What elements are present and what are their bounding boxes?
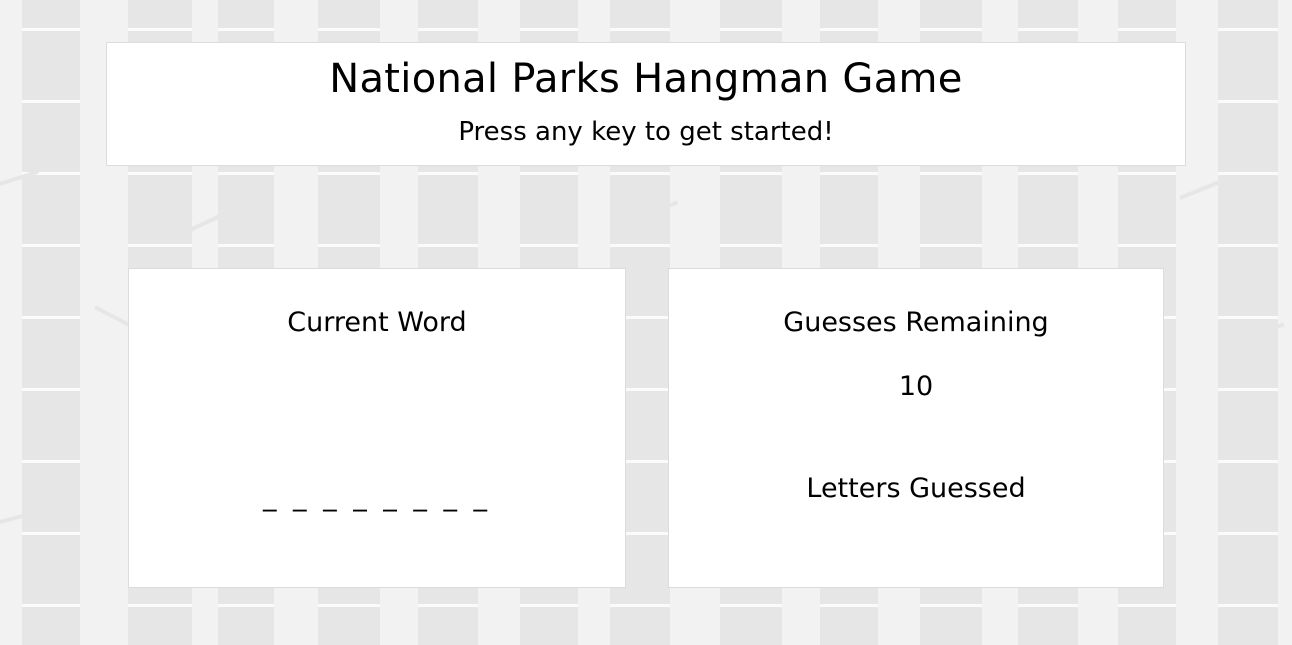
guesses-remaining-heading: Guesses Remaining: [783, 307, 1049, 338]
guesses-remaining-count: 10: [898, 371, 934, 402]
tree-trunk: [1218, 0, 1278, 645]
game-title: National Parks Hangman Game: [329, 56, 963, 102]
letters-guessed-heading: Letters Guessed: [806, 473, 1026, 504]
stats-panel: Guesses Remaining 10 Letters Guessed: [668, 268, 1164, 588]
tree-trunk: [22, 0, 80, 645]
word-blanks: _ _ _ _ _ _ _ _: [262, 481, 492, 512]
game-header: National Parks Hangman Game Press any ke…: [106, 42, 1186, 166]
start-instruction: Press any key to get started!: [458, 117, 834, 147]
current-word-panel: Current Word _ _ _ _ _ _ _ _: [128, 268, 626, 588]
current-word-heading: Current Word: [287, 307, 467, 338]
